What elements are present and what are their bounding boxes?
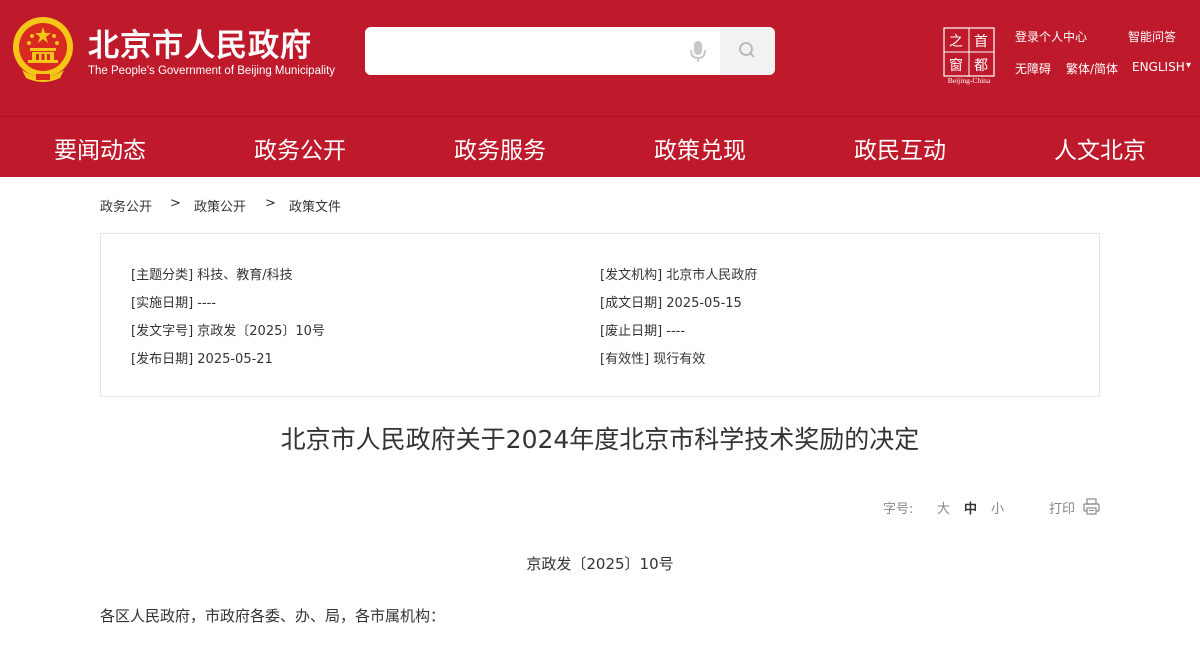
english-link[interactable]: ENGLISH	[1132, 60, 1185, 74]
bj-window-caption: Beijing-China	[947, 76, 991, 85]
traditional-simplified-link[interactable]: 繁体/简体	[1066, 60, 1118, 77]
search-box	[365, 27, 775, 75]
site-title[interactable]: 北京市人民政府	[88, 20, 312, 65]
bj-window-char: 都	[974, 58, 988, 74]
info-publish-date: [发布日期] 2025-05-21	[131, 352, 273, 367]
nav-item-gov-services[interactable]: 政务服务	[400, 117, 600, 178]
nav-item-news[interactable]: 要闻动态	[0, 117, 200, 178]
qa-link[interactable]: 智能问答	[1128, 28, 1176, 45]
breadcrumb-item[interactable]: 政策公开	[194, 196, 246, 215]
breadcrumb-item[interactable]: 政策文件	[289, 196, 341, 215]
document-salutation: 各区人民政府，市政府各委、办、局，各市属机构：	[100, 607, 446, 625]
nav-item-interaction[interactable]: 政民互动	[800, 117, 1000, 178]
bj-window-char: 首	[974, 34, 988, 50]
info-abolish-date: [废止日期] ----	[600, 324, 686, 339]
breadcrumb-separator: >	[265, 196, 276, 211]
bj-window-char: 窗	[949, 57, 963, 74]
document-title: 北京市人民政府关于2024年度北京市科学技术奖励的决定	[280, 425, 920, 454]
microphone-icon[interactable]	[688, 38, 708, 64]
info-effective-date: [实施日期] ----	[131, 296, 217, 311]
nav-item-policy-redemption[interactable]: 政策兑现	[600, 117, 800, 178]
search-input[interactable]	[365, 27, 720, 75]
breadcrumb-separator: >	[170, 196, 181, 211]
info-issuer: [发文机构] 北京市人民政府	[600, 268, 758, 283]
font-size-label: 字号:	[883, 502, 914, 517]
document-info-box	[100, 233, 1100, 397]
main-nav: 要闻动态 政务公开 政务服务 政策兑现 政民互动 人文北京	[0, 116, 1200, 177]
print-button[interactable]: 打印	[1049, 498, 1075, 517]
info-doc-number: [发文字号] 京政发〔2025〕10号	[131, 324, 325, 339]
accessibility-link[interactable]: 无障碍	[1015, 60, 1051, 77]
info-topic: [主题分类] 科技、教育/科技	[131, 268, 293, 283]
breadcrumb-item[interactable]: 政务公开	[100, 196, 152, 215]
nav-item-gov-affairs[interactable]: 政务公开	[200, 117, 400, 178]
font-size-medium-button[interactable]: 中	[964, 498, 977, 517]
site-subtitle: The People's Government of Beijing Munic…	[88, 65, 336, 77]
font-size-small-button[interactable]: 小	[991, 498, 1004, 517]
document-number: 京政发〔2025〕10号	[526, 555, 674, 573]
search-button[interactable]	[720, 27, 775, 75]
login-link[interactable]: 登录个人中心	[1015, 28, 1087, 45]
english-dropdown-arrow-icon[interactable]: ▾	[1186, 60, 1191, 71]
nav-item-culture[interactable]: 人文北京	[1000, 117, 1200, 178]
national-emblem-icon	[13, 17, 73, 82]
printer-icon[interactable]	[1082, 497, 1101, 516]
info-validity: [有效性] 现行有效	[600, 352, 706, 367]
search-icon	[739, 42, 755, 58]
info-written-date: [成文日期] 2025-05-15	[600, 296, 742, 311]
font-size-large-button[interactable]: 大	[937, 498, 950, 517]
bj-window-char: 之	[949, 34, 963, 50]
